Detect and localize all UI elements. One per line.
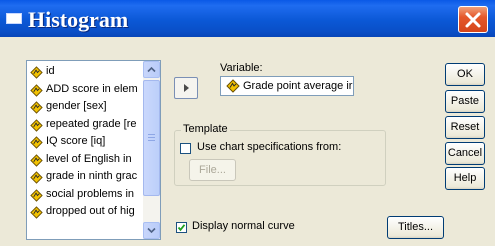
- scale-variable-icon: [30, 206, 43, 219]
- scale-variable-icon: [30, 118, 43, 132]
- chevron-down-icon: [147, 227, 156, 234]
- display-normal-curve-checkbox[interactable]: [176, 222, 187, 233]
- scale-variable-icon: [30, 101, 43, 114]
- title-bar[interactable]: Histogram: [0, 0, 495, 37]
- variable-list-item[interactable]: dropped out of hig: [28, 203, 144, 221]
- variable-list-item[interactable]: id: [28, 63, 144, 81]
- window-icon: [6, 13, 22, 24]
- variable-list-scrollbar[interactable]: [143, 61, 160, 239]
- variable-list-item[interactable]: gender [sex]: [28, 98, 144, 116]
- chevron-up-icon: [147, 66, 156, 73]
- variable-list-item-label: social problems in: [46, 187, 135, 200]
- variable-list-item[interactable]: grade in ninth grac: [28, 168, 144, 186]
- titles-button[interactable]: Titles...: [387, 216, 444, 239]
- variable-list-item-label: level of English in: [46, 152, 132, 165]
- scroll-thumb[interactable]: [143, 80, 160, 196]
- move-variable-button[interactable]: [174, 77, 198, 99]
- variable-list-item-label: grade in ninth grac: [46, 170, 138, 182]
- variable-list-item[interactable]: ADD score in elem: [28, 81, 144, 99]
- grip-line: [148, 134, 155, 135]
- paste-button[interactable]: Paste: [445, 90, 485, 113]
- scroll-up-button[interactable]: [143, 61, 160, 78]
- variable-list-item[interactable]: social problems in: [28, 186, 144, 204]
- scale-variable-icon: [226, 79, 240, 93]
- variable-list-item-label: repeated grade [re: [46, 117, 137, 130]
- file-button[interactable]: File...: [189, 159, 236, 181]
- variable-list-item-label: id: [46, 65, 55, 77]
- checkmark-icon: [177, 224, 186, 232]
- grip-line: [148, 137, 155, 138]
- window-title: Histogram: [28, 7, 129, 32]
- display-normal-curve-label: Display normal curve: [192, 220, 295, 232]
- use-chart-spec-label: Use chart specifications from:: [197, 141, 342, 153]
- variable-list-item[interactable]: level of English in: [28, 151, 144, 169]
- variable-list-items: id ADD score in elem gender [sex] repeated …: [28, 63, 144, 221]
- variable-label: Variable:: [220, 62, 263, 74]
- variable-list-item-label: dropped out of hig: [46, 205, 135, 217]
- template-group-label: Template: [181, 123, 230, 135]
- variable-list-item[interactable]: repeated grade [re: [28, 116, 144, 134]
- use-chart-spec-checkbox[interactable]: [180, 143, 191, 154]
- scale-variable-icon: [30, 136, 43, 149]
- scale-variable-icon: [30, 153, 43, 167]
- variable-field[interactable]: Grade point average ir: [220, 76, 354, 96]
- scroll-down-button[interactable]: [143, 222, 160, 239]
- scale-variable-icon: [30, 83, 43, 97]
- scale-variable-icon: [30, 66, 43, 79]
- cancel-button[interactable]: Cancel: [445, 142, 485, 165]
- variable-list-item-label: IQ score [iq]: [46, 135, 106, 147]
- scale-variable-icon: [30, 171, 43, 184]
- ok-button[interactable]: OK: [445, 63, 485, 86]
- variable-list-item-label: gender [sex]: [46, 100, 107, 112]
- close-button[interactable]: [458, 6, 488, 33]
- variable-list-item-label: ADD score in elem: [46, 82, 138, 95]
- scale-variable-icon: [30, 188, 43, 202]
- variable-list-item[interactable]: IQ score [iq]: [28, 133, 144, 151]
- variable-list[interactable]: id ADD score in elem gender [sex] repeated …: [26, 60, 161, 240]
- reset-button[interactable]: Reset: [445, 116, 485, 139]
- arrow-right-icon: [184, 84, 189, 92]
- variable-field-value: Grade point average ir: [243, 80, 353, 92]
- help-button[interactable]: Help: [445, 167, 485, 190]
- grip-line: [148, 140, 155, 141]
- close-icon: [465, 12, 481, 28]
- histogram-dialog: Histogram id ADD score in elem gender [sex…: [0, 0, 495, 246]
